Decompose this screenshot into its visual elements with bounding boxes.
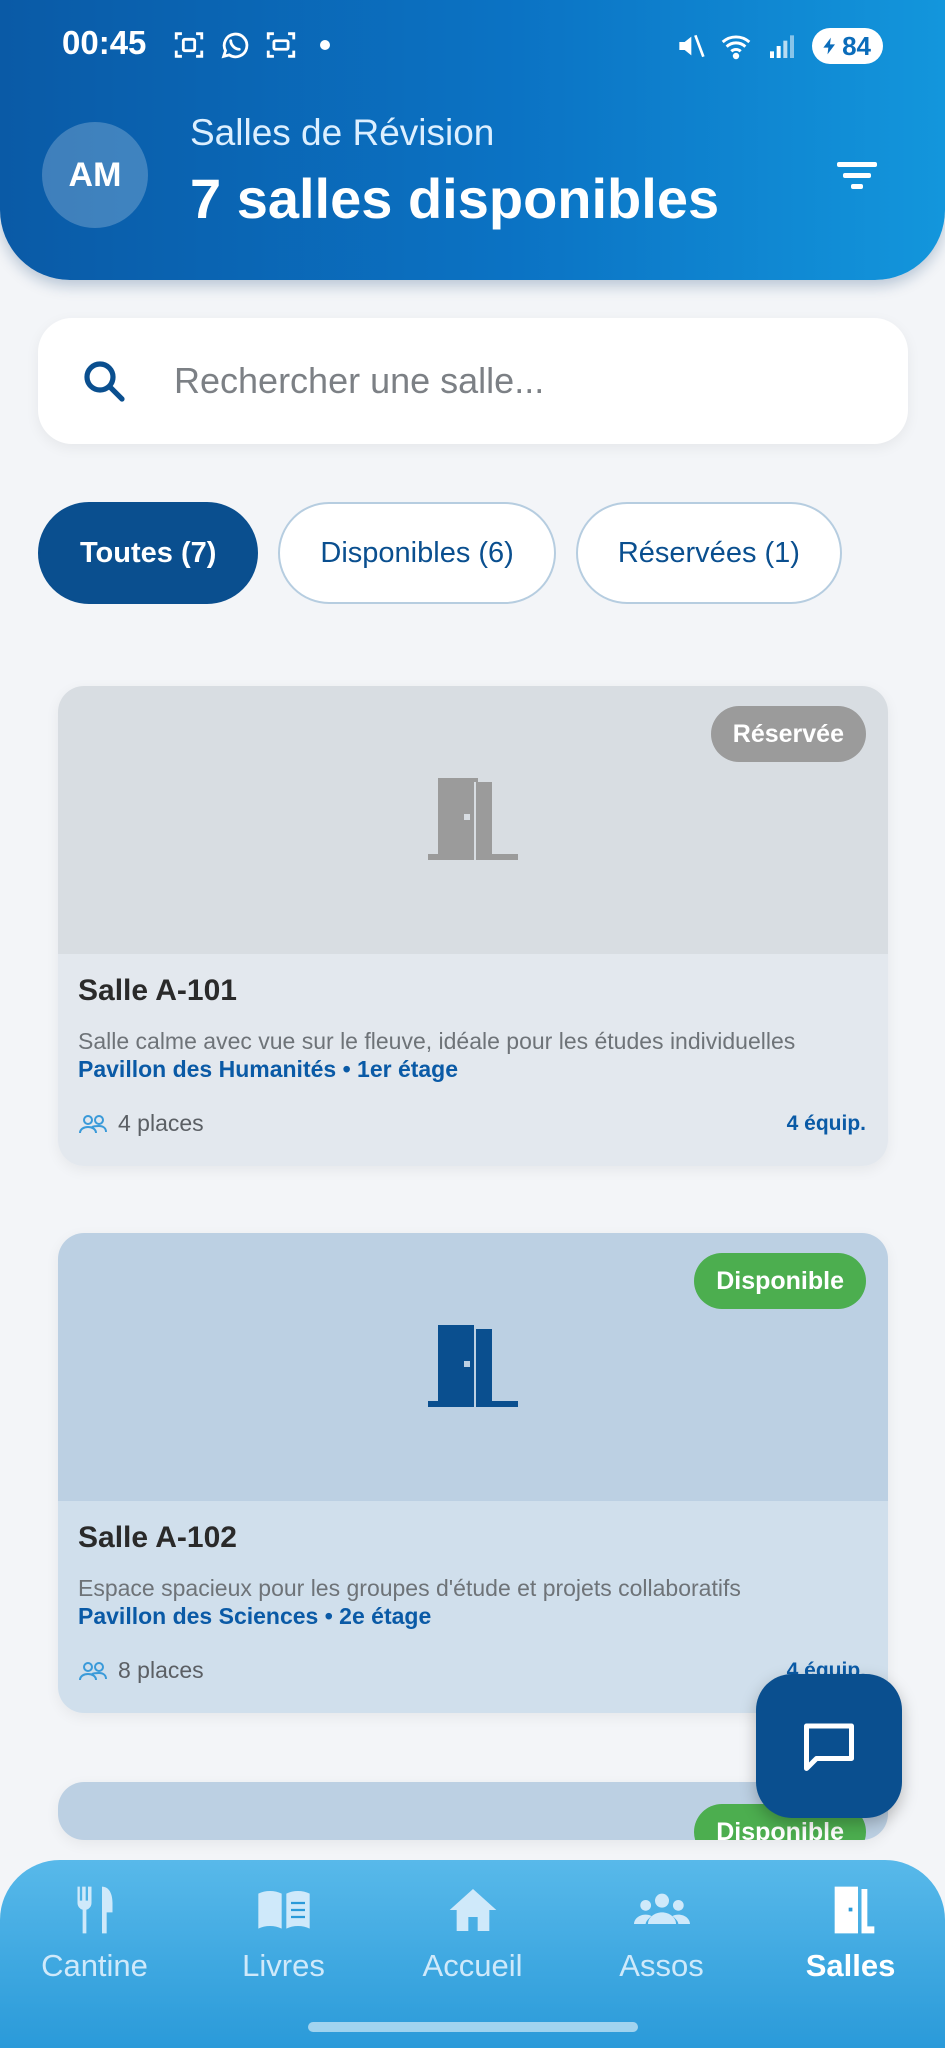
tab-all[interactable]: Toutes (7) [38,502,259,604]
nav-label: Cantine [41,1948,148,1983]
room-card-image: Disponible [58,1233,888,1501]
notification-dot-icon [320,40,330,50]
room-card-image: Réservée [58,686,888,954]
door-icon [428,778,518,860]
battery-bolt-icon [823,37,836,55]
screenshot-icon [174,32,204,58]
whatsapp-icon [221,32,249,59]
app-header: 00:45 84 AM Salles de Révision 7 salles … [0,0,945,280]
screen-capture-icon [266,32,296,58]
book-icon [257,1891,310,1929]
room-card[interactable]: Disponible Salle A-102 Espace spacieux p… [58,1233,888,1713]
nav-item-livres[interactable]: Livres [199,1860,369,2048]
bottom-navigation: Cantine Livres Accueil Assos Salles [0,1860,945,2048]
battery-indicator: 84 [812,28,883,64]
people-icon [79,1661,107,1680]
filter-button[interactable] [829,150,885,200]
room-name: Salle A-101 [78,974,237,1007]
battery-level: 84 [842,30,871,61]
group-icon [633,1893,690,1924]
filter-icon [837,162,877,189]
status-badge: Disponible [694,1253,866,1309]
room-card[interactable]: Réservée Salle A-101 Salle calme avec vu… [58,686,888,1166]
nav-item-accueil[interactable]: Accueil [388,1860,558,2048]
status-icons-left [172,28,330,62]
nav-label: Salles [805,1948,896,1983]
nav-label: Assos [619,1948,704,1983]
status-badge: Réservée [710,706,866,762]
status-icons-right: 84 [674,28,883,64]
search-icon [84,361,125,402]
page-subtitle: Salles de Révision [190,112,495,153]
door-icon [834,1886,874,1934]
room-description: Espace spacieux pour les groupes d'étude… [78,1575,741,1601]
page-title: 7 salles disponibles [190,167,720,230]
nav-item-cantine[interactable]: Cantine [10,1860,180,2048]
room-capacity: 4 places [78,1110,204,1137]
chat-button[interactable] [756,1674,902,1818]
nav-item-assos[interactable]: Assos [577,1860,747,2048]
tab-available[interactable]: Disponibles (6) [278,502,556,604]
door-icon [428,1325,518,1407]
room-card-body: Salle A-101 Salle calme avec vue sur le … [58,954,888,1166]
room-capacity: 8 places [78,1657,204,1684]
tab-reserved[interactable]: Réservées (1) [575,502,842,604]
people-icon [79,1114,107,1133]
mute-icon [679,34,705,58]
room-location: Pavillon des Sciences • 2e étage [78,1603,432,1629]
room-card-body: Salle A-102 Espace spacieux pour les gro… [58,1501,888,1713]
room-location: Pavillon des Humanités • 1er étage [78,1056,459,1082]
search-input[interactable] [174,360,814,402]
room-name: Salle A-102 [78,1521,237,1554]
nav-label: Accueil [422,1948,523,1983]
home-indicator[interactable] [308,2022,638,2032]
room-equipment: 4 équip. [786,1112,866,1135]
fork-knife-icon [75,1886,112,1934]
status-time: 00:45 [62,24,147,61]
nav-item-salles[interactable]: Salles [766,1860,936,2048]
home-icon [449,1889,496,1931]
nav-label: Livres [242,1948,325,1983]
wifi-icon [721,35,751,60]
chat-icon [804,1723,854,1771]
filter-tabs: Toutes (7) Disponibles (6) Réservées (1) [38,502,842,604]
room-capacity-label: 8 places [118,1657,204,1683]
search-bar [38,318,908,444]
room-description: Salle calme avec vue sur le fleuve, idéa… [78,1028,796,1054]
avatar[interactable]: AM [42,122,148,228]
room-capacity-label: 4 places [118,1110,204,1136]
signal-icon [770,35,795,58]
